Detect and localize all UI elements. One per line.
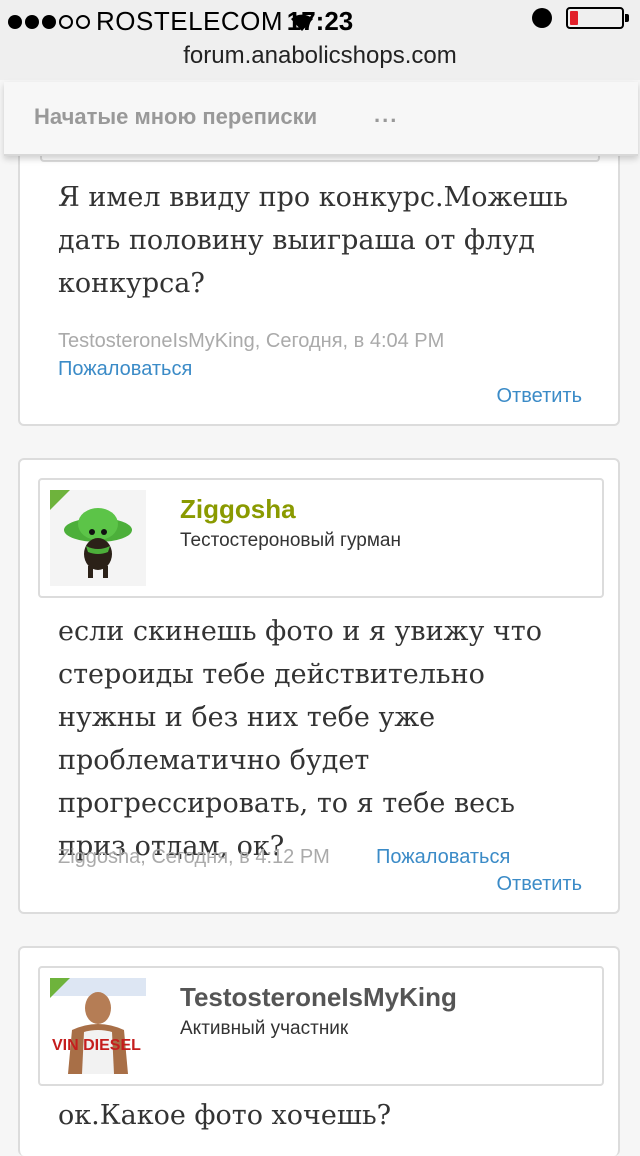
post-card: Я имел ввиду про конкурс.Можешь дать пол… [18,110,620,426]
post-card: VIN DIESEL TestosteroneIsMyKing Активный… [18,946,620,1156]
reply-link[interactable]: Ответить [497,385,583,408]
url-bar[interactable]: forum.anabolicshops.com [0,40,640,80]
online-badge [50,978,70,998]
userbox-edge [40,156,600,162]
battery-icon [566,7,629,29]
post-author-box: Ziggosha Тестостероновый гурман [38,478,604,598]
post-author-role: Тестостероновый гурман [180,530,401,551]
status-right [532,7,629,29]
nav-more-button[interactable]: ... [374,102,398,128]
avatar[interactable] [50,490,146,586]
alarm-icon [532,8,552,28]
report-link[interactable]: Пожаловаться [58,358,192,381]
avatar[interactable]: VIN DIESEL [50,978,146,1074]
post-message: Я имел ввиду про конкурс.Можешь дать пол… [58,182,569,299]
post-message: если скинешь фото и я увижу что стероиды… [58,616,542,862]
online-badge [50,490,70,510]
post-author-name[interactable]: TestosteroneIsMyKing [180,982,457,1013]
post-message: ок.Какое фото хочешь? [58,1100,392,1131]
post-meta: TestosteroneIsMyKing, Сегодня, в 4:04 PM [58,330,445,352]
status-bar: ROSTELECOM 17:23 [0,0,640,40]
report-link[interactable]: Пожаловаться [376,846,510,869]
post-meta: Ziggosha, Сегодня, в 4:12 PM [58,846,330,868]
nav-title[interactable]: Начатые мною переписки [34,104,317,130]
post-author-box: VIN DIESEL TestosteroneIsMyKing Активный… [38,966,604,1086]
avatar-caption: VIN DIESEL [52,1037,141,1054]
post-author-name[interactable]: Ziggosha [180,494,296,525]
reply-link[interactable]: Ответить [497,873,583,896]
forum-nav-bar: Начатые мною переписки ... [4,82,638,156]
post-author-role: Активный участник [180,1018,349,1039]
post-card: Ziggosha Тестостероновый гурман если ски… [18,458,620,914]
